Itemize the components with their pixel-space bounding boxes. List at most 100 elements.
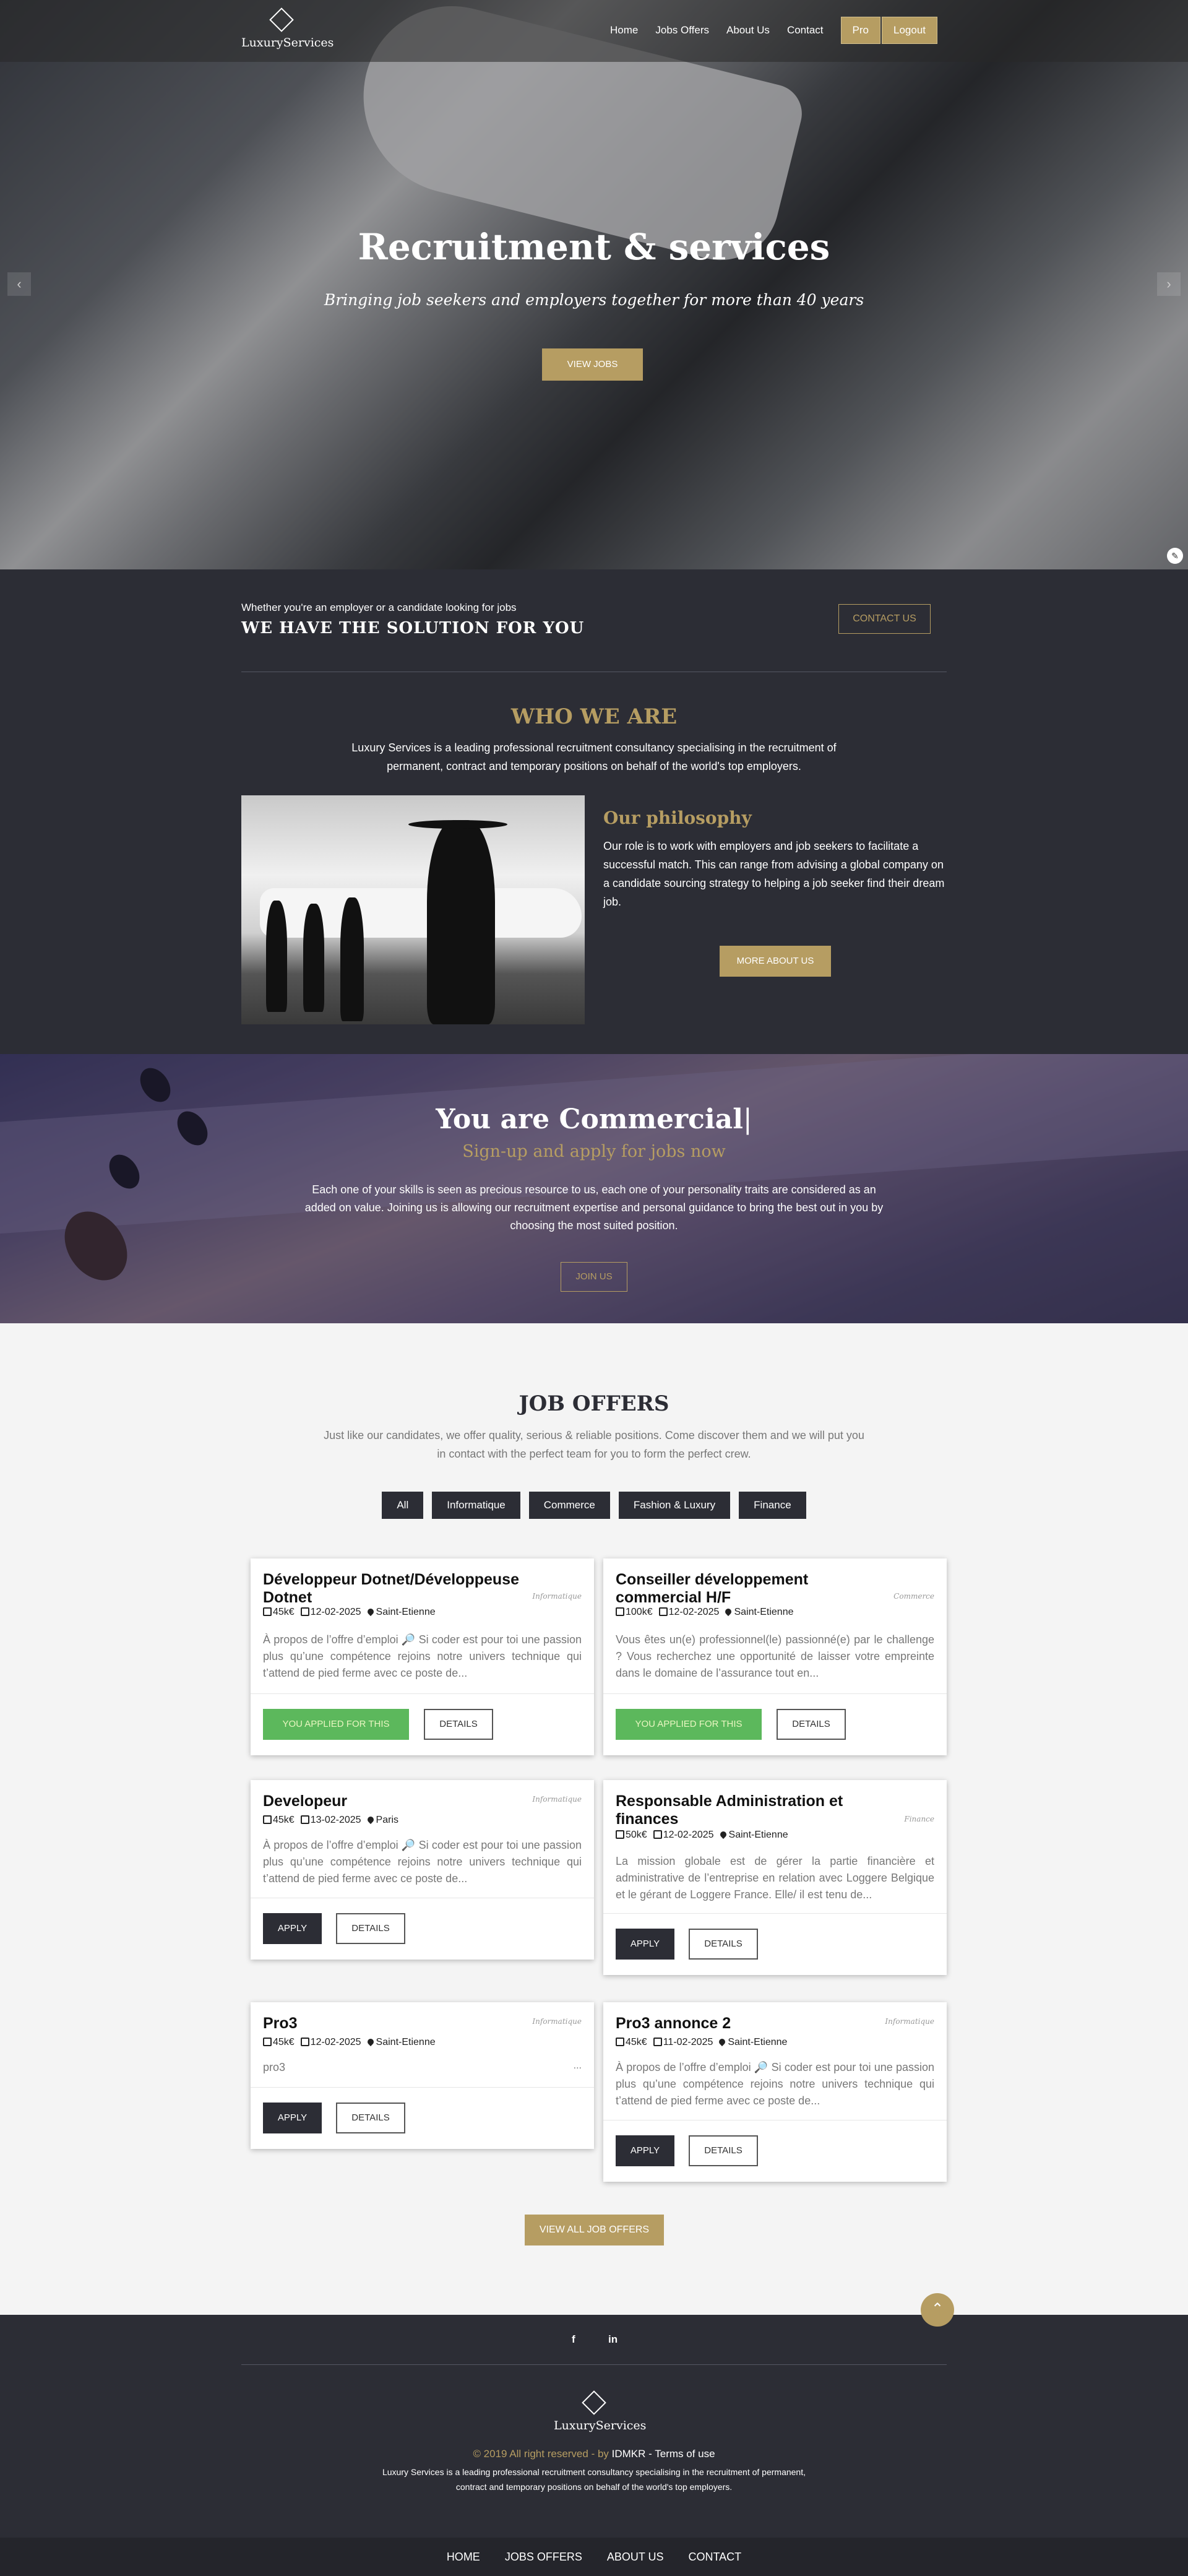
facebook-icon[interactable]: f: [572, 2333, 575, 2346]
job-title[interactable]: Pro3: [263, 2015, 523, 2033]
job-title[interactable]: Conseiller développement commercial H/F: [616, 1571, 876, 1607]
filter-all[interactable]: All: [382, 1492, 424, 1519]
job-meta: 45k€ 13-02-2025 Paris: [263, 1815, 398, 1826]
calendar-icon: [653, 2038, 662, 2046]
pro-button[interactable]: Pro: [840, 17, 880, 44]
job-salary: 45k€: [273, 1607, 295, 1617]
filter-informatique[interactable]: Informatique: [432, 1492, 520, 1519]
hero-carousel: Recruitment & services Bringing job seek…: [0, 0, 1188, 569]
job-description: À propos de l’offre d’emploi 🔎 Si coder …: [263, 1839, 582, 1885]
job-category: Informatique: [532, 1592, 582, 1601]
linkedin-icon[interactable]: in: [608, 2333, 618, 2346]
view-all-job-offers-button[interactable]: VIEW ALL JOB OFFERS: [525, 2215, 664, 2245]
calendar-icon: [300, 2038, 309, 2046]
footer: f in LuxuryServices © 2019 All right res…: [0, 2315, 1188, 2576]
job-title[interactable]: Responsable Administration et finances: [616, 1792, 876, 1828]
job-title[interactable]: Développeur Dotnet/Développeuse Dotnet: [263, 1571, 523, 1607]
job-description: La mission globale est de gérer la parti…: [616, 1855, 934, 1901]
job-meta: 45k€ 12-02-2025 Saint-Etienne: [263, 1607, 436, 1618]
apply-button[interactable]: APPLY: [263, 2103, 322, 2133]
footer-logo[interactable]: LuxuryServices: [554, 2390, 646, 2432]
job-date: 12-02-2025: [663, 1830, 714, 1840]
job-offers-title: JOB OFFERS: [519, 1391, 669, 1416]
top-navbar: LuxuryServices Home Jobs Offers About Us…: [0, 0, 1188, 62]
job-meta: 100k€ 12-02-2025 Saint-Etienne: [616, 1607, 794, 1618]
footer-link-contact[interactable]: CONTACT: [689, 2551, 742, 2564]
footer-link-jobs-offers[interactable]: JOBS OFFERS: [505, 2551, 582, 2564]
job-meta: 45k€ 12-02-2025 Saint-Etienne: [263, 2037, 436, 2048]
job-category: Informatique: [532, 2017, 582, 2026]
logout-button[interactable]: Logout: [882, 17, 937, 44]
footer-nav: HOME JOBS OFFERS ABOUT US CONTACT: [0, 2538, 1188, 2576]
job-location: Saint-Etienne: [728, 2037, 788, 2047]
job-location: Saint-Etienne: [376, 1607, 436, 1617]
view-jobs-button[interactable]: VIEW JOBS: [542, 348, 643, 381]
calendar-icon: [300, 1607, 309, 1616]
main-menu: Home Jobs Offers About Us Contact Pro Lo…: [610, 17, 937, 44]
accessibility-icon[interactable]: ✎: [1167, 548, 1183, 564]
solution-heading: WE HAVE THE SOLUTION FOR YOU: [241, 619, 585, 638]
job-location: Saint-Etienne: [734, 1607, 794, 1617]
who-we-are-text: Luxury Services is a leading professiona…: [351, 741, 837, 772]
filter-fashion-luxury[interactable]: Fashion & Luxury: [618, 1492, 731, 1519]
job-salary: 50k€: [626, 1830, 647, 1840]
job-meta: 45k€ 11-02-2025 Saint-Etienne: [616, 2037, 787, 2048]
salary-icon: [616, 1830, 624, 1839]
apply-button[interactable]: APPLY: [263, 1913, 322, 1944]
details-button[interactable]: DETAILS: [336, 1913, 405, 1944]
details-button[interactable]: DETAILS: [777, 1709, 846, 1740]
calendar-icon: [658, 1607, 668, 1616]
commercial-text: Each one of your skills is seen as preci…: [304, 1183, 884, 1232]
footer-link-about-us[interactable]: ABOUT US: [607, 2551, 664, 2564]
apply-button[interactable]: APPLY: [616, 1929, 674, 1960]
calendar-icon: [300, 1815, 309, 1824]
filter-commerce[interactable]: Commerce: [528, 1492, 610, 1519]
category-filters: All Informatique Commerce Fashion & Luxu…: [0, 1492, 1188, 1519]
company-link[interactable]: IDMKR: [612, 2448, 646, 2460]
filter-finance[interactable]: Finance: [739, 1492, 806, 1519]
carousel-next-arrow-icon[interactable]: ›: [1157, 272, 1181, 296]
job-salary: 45k€: [273, 2037, 295, 2047]
job-card: Développeur Dotnet/Développeuse Dotnet I…: [251, 1558, 594, 1755]
join-us-button[interactable]: JOIN US: [561, 1262, 627, 1292]
more-about-us-button[interactable]: MORE ABOUT US: [720, 946, 831, 977]
who-we-are-title: WHO WE ARE: [510, 704, 678, 729]
terms-of-use-link[interactable]: Terms of use: [655, 2448, 715, 2460]
location-pin-icon: [366, 2037, 375, 2047]
philosophy-title: Our philosophy: [603, 808, 752, 828]
logo-text: LuxuryServices: [241, 36, 334, 50]
job-card: Responsable Administration et finances F…: [603, 1780, 947, 1975]
solution-caption: Whether you're an employer or a candidat…: [241, 602, 517, 613]
job-title[interactable]: Developeur: [263, 1792, 523, 1810]
job-card: Developeur Informatique 45k€ 13-02-2025 …: [251, 1780, 594, 1960]
apply-button[interactable]: APPLY: [616, 2135, 674, 2166]
job-location: Paris: [376, 1815, 398, 1825]
copyright-text: © 2019 All right reserved - by: [473, 2448, 609, 2460]
scroll-to-top-icon[interactable]: ⌃: [921, 2293, 954, 2327]
details-button[interactable]: DETAILS: [424, 1709, 493, 1740]
job-location: Saint-Etienne: [728, 1830, 788, 1840]
hero-subtitle: Bringing job seekers and employers toget…: [324, 291, 864, 309]
commercial-title-word: Commercial: [559, 1104, 743, 1135]
details-button[interactable]: DETAILS: [689, 2135, 758, 2166]
footer-about-text: Luxury Services is a leading professiona…: [382, 2467, 806, 2492]
nav-jobs-offers[interactable]: Jobs Offers: [655, 24, 709, 37]
details-button[interactable]: DETAILS: [336, 2103, 405, 2133]
hero-title: Recruitment & services: [358, 226, 830, 268]
carousel-prev-arrow-icon[interactable]: ‹: [7, 272, 31, 296]
details-button[interactable]: DETAILS: [689, 1929, 758, 1960]
job-date: 12-02-2025: [310, 2037, 361, 2047]
footer-link-home[interactable]: HOME: [447, 2551, 480, 2564]
logo[interactable]: LuxuryServices: [241, 7, 334, 50]
calendar-icon: [653, 1830, 662, 1839]
job-date: 11-02-2025: [663, 2037, 713, 2047]
salary-icon: [263, 1815, 272, 1824]
nav-contact[interactable]: Contact: [787, 24, 824, 37]
job-title[interactable]: Pro3 annonce 2: [616, 2015, 876, 2033]
nav-about-us[interactable]: About Us: [726, 24, 770, 37]
contact-us-button[interactable]: CONTACT US: [838, 604, 931, 634]
location-pin-icon: [724, 1607, 733, 1617]
nav-home[interactable]: Home: [610, 24, 638, 37]
salary-icon: [616, 1607, 624, 1616]
job-description: À propos de l’offre d’emploi 🔎 Si coder …: [263, 1633, 582, 1679]
